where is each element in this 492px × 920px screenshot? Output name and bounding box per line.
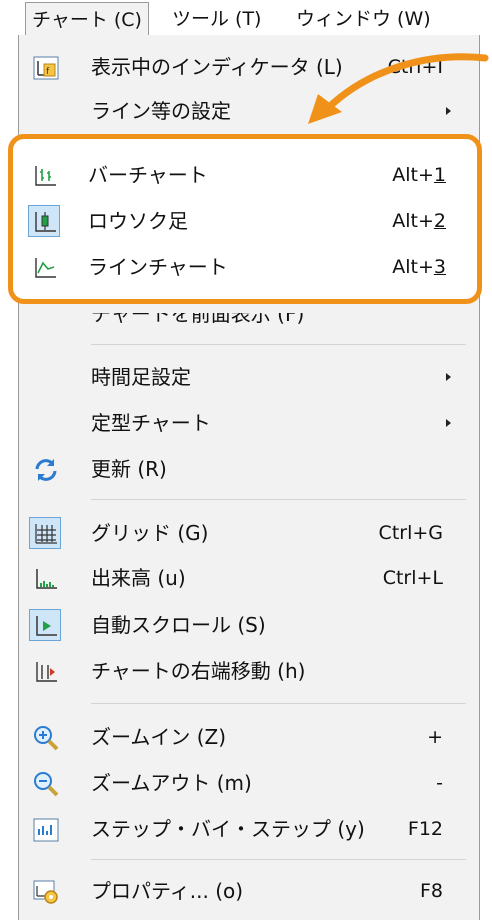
properties-shortcut: F8 xyxy=(419,880,443,902)
bar-chart-label: バーチャート xyxy=(88,163,208,187)
step-shortcut: F12 xyxy=(407,818,443,840)
autoscroll-label: 自動スクロール (S) xyxy=(91,613,266,637)
chart-shift-label: チャートの右端移動 (h) xyxy=(91,659,306,683)
menu-item-bar-chart[interactable]: バーチャート Alt+1 xyxy=(23,153,477,197)
step-label: ステップ・バイ・ステップ (y) xyxy=(91,817,365,841)
candlestick-shortcut: Alt+2 xyxy=(392,210,446,232)
menu-item-autoscroll[interactable]: 自動スクロール (S) xyxy=(19,603,479,647)
menu-item-grid[interactable]: グリッド (G) Ctrl+G xyxy=(19,511,479,555)
separator xyxy=(91,703,466,704)
timeframe-label: 時間足設定 xyxy=(91,365,191,389)
bar-chart-icon xyxy=(28,159,60,191)
menu-chart[interactable]: チャート (C) xyxy=(25,2,149,37)
menu-item-foreground-partial[interactable]: チャートを前面表示 (F) xyxy=(91,313,304,325)
grid-shortcut: Ctrl+G xyxy=(378,522,443,544)
menu-item-refresh[interactable]: 更新 (R) xyxy=(19,447,479,491)
refresh-icon xyxy=(29,453,61,485)
annotation-arrow-icon xyxy=(308,53,489,124)
volume-icon xyxy=(29,562,61,594)
separator xyxy=(91,859,466,860)
line-settings-label: ライン等の設定 xyxy=(91,99,231,123)
properties-label: プロパティ... (o) xyxy=(91,879,244,903)
zoom-out-label: ズームアウト (m) xyxy=(91,771,252,795)
step-by-step-icon xyxy=(29,813,61,845)
submenu-arrow-icon xyxy=(446,419,451,427)
submenu-arrow-icon xyxy=(446,373,451,381)
grid-icon xyxy=(29,517,61,549)
menu-item-chart-shift[interactable]: チャートの右端移動 (h) xyxy=(19,649,479,693)
menu-item-zoom-out[interactable]: ズームアウト (m) - xyxy=(19,761,479,805)
menu-window[interactable]: ウィンドウ (W) xyxy=(296,0,431,36)
separator xyxy=(91,499,466,500)
menu-item-step[interactable]: ステップ・バイ・ステップ (y) F12 xyxy=(19,807,479,851)
bar-chart-shortcut: Alt+1 xyxy=(392,164,446,186)
line-chart-shortcut: Alt+3 xyxy=(392,256,446,278)
zoom-out-shortcut: - xyxy=(436,772,443,794)
menu-tools[interactable]: ツール (T) xyxy=(172,0,261,36)
line-chart-label: ラインチャート xyxy=(88,255,228,279)
properties-icon xyxy=(29,875,61,907)
separator xyxy=(91,344,466,345)
chart-type-highlight: バーチャート Alt+1 ロウソク足 Alt+2 ラインチャート Alt+3 xyxy=(8,134,482,304)
templates-label: 定型チャート xyxy=(91,411,211,435)
zoom-out-icon xyxy=(29,767,61,799)
zoom-in-icon xyxy=(29,721,61,753)
chart-shift-icon xyxy=(29,655,61,687)
volume-shortcut: Ctrl+L xyxy=(382,567,443,589)
zoom-in-shortcut: + xyxy=(427,726,443,748)
line-chart-icon xyxy=(28,251,60,283)
menu-bar: チャート (C) ツール (T) ウィンドウ (W) xyxy=(0,0,492,37)
menu-item-templates[interactable]: 定型チャート xyxy=(19,401,479,445)
zoom-in-label: ズームイン (Z) xyxy=(91,725,227,749)
autoscroll-icon xyxy=(29,609,61,641)
menu-item-timeframe[interactable]: 時間足設定 xyxy=(19,355,479,399)
grid-label: グリッド (G) xyxy=(91,521,209,545)
candlestick-label: ロウソク足 xyxy=(88,209,188,233)
menu-item-volume[interactable]: 出来高 (u) Ctrl+L xyxy=(19,556,479,600)
menu-item-line-chart[interactable]: ラインチャート Alt+3 xyxy=(23,245,477,289)
refresh-label: 更新 (R) xyxy=(91,457,167,481)
menu-item-properties[interactable]: プロパティ... (o) F8 xyxy=(19,869,479,913)
volume-label: 出来高 (u) xyxy=(91,566,186,590)
menu-item-zoom-in[interactable]: ズームイン (Z) + xyxy=(19,715,479,759)
indicator-list-icon: f xyxy=(29,51,61,83)
menu-item-candlestick[interactable]: ロウソク足 Alt+2 xyxy=(23,199,477,243)
candlestick-icon xyxy=(28,205,60,237)
